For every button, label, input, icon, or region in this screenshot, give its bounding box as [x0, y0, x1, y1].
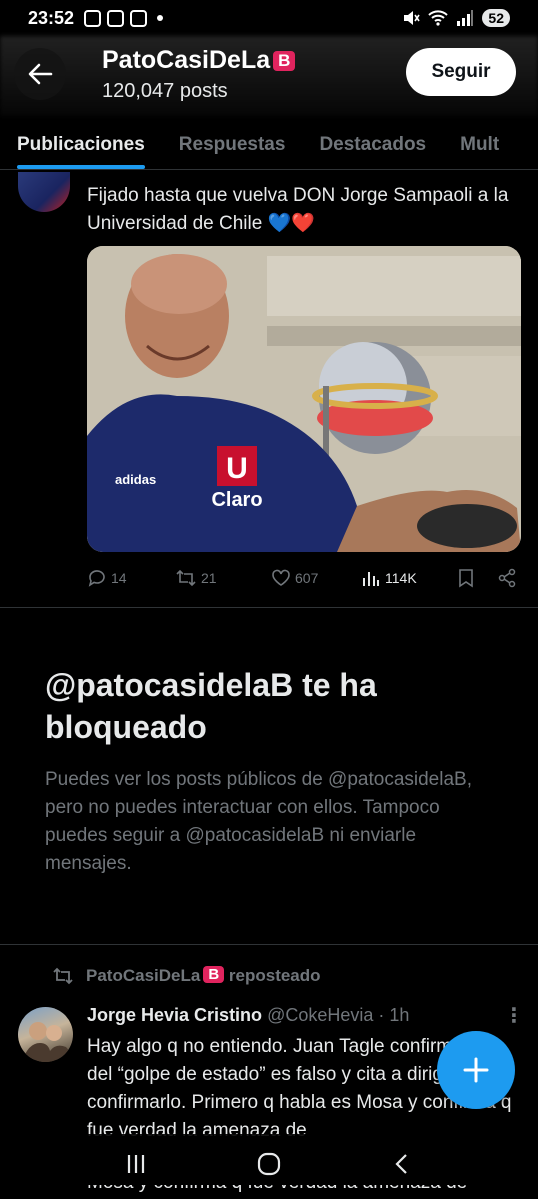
home-icon — [257, 1152, 281, 1176]
more-notifications-icon — [157, 15, 164, 21]
tweet-time: · 1h — [378, 1005, 410, 1025]
tweet-text-continued: Mosa y confirma q fue verdad la amenaza … — [0, 1185, 538, 1199]
reply-icon — [88, 570, 105, 587]
like-count: 607 — [295, 570, 319, 586]
repost-icon — [53, 967, 73, 985]
plus-icon — [463, 1057, 489, 1083]
more-options-icon[interactable]: ⋮ — [504, 1006, 524, 1026]
screenshot-icon — [84, 9, 102, 27]
tab-replies[interactable]: Respuestas — [162, 116, 303, 169]
bookmark-button[interactable] — [457, 568, 497, 588]
sponsor-logo-text: Claro — [211, 489, 262, 511]
profile-name: PatoCasiDeLa B — [102, 46, 296, 75]
avatar[interactable] — [18, 1007, 73, 1062]
back-nav-button[interactable] — [390, 1152, 414, 1181]
arrow-left-icon — [28, 63, 53, 85]
recent-apps-icon — [127, 1155, 145, 1173]
b-badge-icon: B — [203, 966, 225, 983]
reply-count: 14 — [111, 570, 127, 586]
wifi-icon — [428, 10, 449, 26]
adidas-logo-text: adidas — [115, 472, 156, 487]
avatar-photo — [22, 1022, 73, 1062]
tab-posts[interactable]: Publicaciones — [0, 116, 162, 169]
mute-icon — [404, 11, 421, 25]
post-count: 120,047 posts — [102, 80, 228, 102]
red-heart-icon: ❤️ — [291, 213, 315, 234]
battery-indicator: 52 — [482, 9, 510, 27]
author-name: Jorge Hevia Cristino — [87, 1005, 263, 1025]
crest-letter: U — [226, 452, 248, 485]
status-bar: 23:52 52 — [0, 0, 538, 36]
home-button[interactable] — [256, 1151, 282, 1182]
instagram-icon — [107, 9, 125, 27]
tweet-text: Fijado hasta que vuelva DON Jorge Sampao… — [87, 185, 509, 234]
notification-icons — [84, 9, 164, 27]
share-button[interactable] — [497, 568, 517, 588]
tab-media[interactable]: Mult — [443, 116, 516, 169]
divider — [0, 944, 538, 945]
bookmark-icon — [459, 569, 473, 588]
b-badge-icon: B — [273, 51, 296, 71]
share-icon — [498, 568, 516, 588]
back-button[interactable] — [14, 48, 66, 100]
tweet-image[interactable]: U Claro adidas — [87, 246, 521, 552]
like-button[interactable]: 607 — [271, 568, 361, 588]
photo-illustration: U Claro adidas — [87, 246, 521, 552]
instagram-icon — [130, 9, 148, 27]
tweet-actions: 14 21 607 114K — [87, 564, 517, 592]
status-time: 23:52 — [28, 7, 75, 28]
profile-tabs: Publicaciones Respuestas Destacados Mult — [0, 116, 538, 170]
recent-apps-button[interactable] — [124, 1152, 148, 1181]
views-button[interactable]: 114K — [361, 568, 457, 588]
signal-icon — [457, 10, 474, 26]
heart-icon — [272, 569, 290, 586]
follow-button[interactable]: Seguir — [406, 48, 516, 96]
views-icon — [363, 572, 379, 586]
chevron-left-icon — [395, 1154, 407, 1174]
profile-header: PatoCasiDeLa B 120,047 posts Seguir — [0, 36, 538, 116]
blocked-description: Puedes ver los posts públicos de @patoca… — [45, 769, 472, 874]
blocked-title: @patocasidelaB te ha bloqueado — [45, 667, 377, 745]
repost-icon — [176, 569, 196, 587]
tab-highlights[interactable]: Destacados — [302, 116, 443, 169]
tweet-author[interactable]: Jorge Hevia Cristino @CokeHevia · 1h — [87, 1005, 409, 1026]
author-handle: @CokeHevia — [267, 1005, 374, 1025]
reply-button[interactable]: 14 — [87, 568, 175, 588]
repost-indicator[interactable]: PatoCasiDeLa B reposteado — [52, 966, 321, 986]
repost-button[interactable]: 21 — [175, 568, 271, 588]
repost-count: 21 — [201, 570, 217, 586]
avatar[interactable] — [18, 172, 70, 212]
compose-button[interactable] — [437, 1031, 515, 1109]
divider — [0, 607, 538, 608]
views-count: 114K — [385, 570, 417, 586]
blue-heart-icon: 💙 — [267, 213, 292, 234]
